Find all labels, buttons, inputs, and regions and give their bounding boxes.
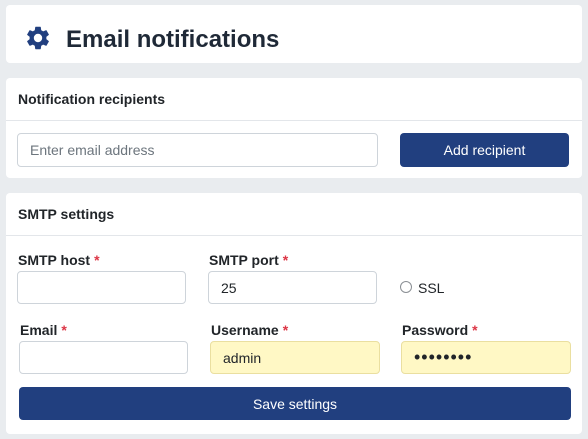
smtp-port-input[interactable]: [208, 271, 377, 304]
smtp-host-label: SMTP host *: [18, 251, 100, 269]
password-label: Password *: [402, 321, 478, 339]
email-label-text: Email: [20, 322, 58, 338]
smtp-port-label: SMTP port *: [209, 251, 288, 269]
required-mark: *: [282, 322, 289, 338]
email-label: Email *: [20, 321, 67, 339]
smtp-heading: SMTP settings: [18, 206, 115, 222]
gear-icon: [27, 26, 49, 50]
recipients-heading: Notification recipients: [18, 91, 166, 107]
required-mark: *: [61, 322, 67, 338]
title-card: Email notifications: [6, 5, 582, 63]
username-input[interactable]: [210, 341, 380, 374]
password-label-text: Password: [402, 322, 469, 338]
required-mark: *: [94, 252, 100, 268]
username-label-text: Username: [211, 322, 279, 338]
required-mark: *: [282, 252, 289, 268]
smtp-host-label-text: SMTP host: [18, 252, 91, 268]
recipient-email-input[interactable]: [17, 133, 378, 167]
smtp-header: SMTP settings: [6, 193, 582, 236]
smtp-host-input[interactable]: [17, 271, 186, 304]
required-mark: *: [472, 322, 478, 338]
add-recipient-button[interactable]: Add recipient: [400, 133, 569, 167]
username-label: Username *: [211, 321, 288, 339]
recipients-header: Notification recipients: [6, 78, 582, 121]
ssl-label: SSL: [418, 280, 445, 296]
page-title: Email notifications: [66, 26, 280, 53]
save-settings-button[interactable]: Save settings: [19, 387, 571, 420]
ssl-checkbox[interactable]: [400, 281, 412, 293]
recipients-card: Notification recipients Add recipient: [6, 78, 582, 178]
email-input[interactable]: [19, 341, 188, 374]
smtp-port-label-text: SMTP port: [209, 252, 279, 268]
password-input[interactable]: [401, 341, 571, 374]
